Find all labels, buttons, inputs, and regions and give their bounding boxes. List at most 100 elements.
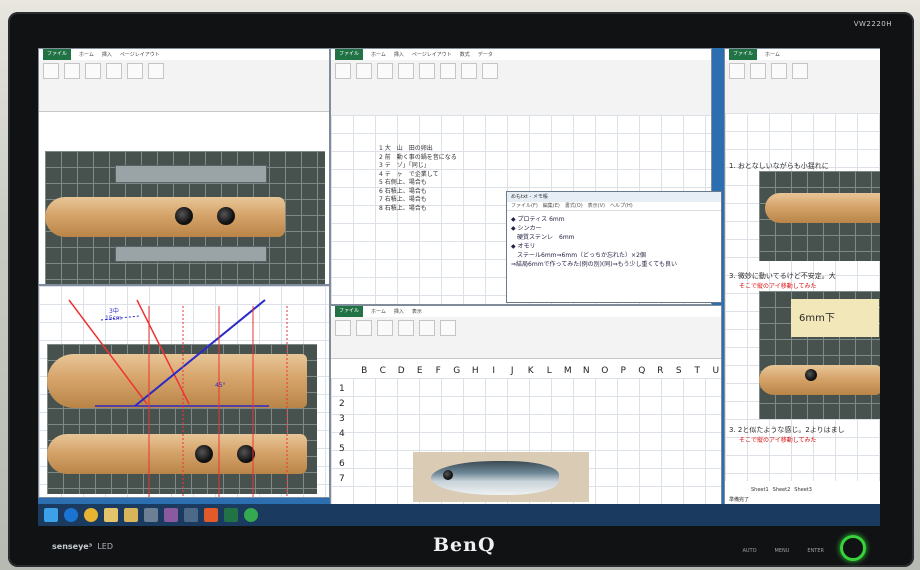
tab-insert[interactable]: 挿入 bbox=[394, 51, 404, 58]
sheet-tab[interactable]: Sheet3 bbox=[794, 487, 812, 493]
column-header[interactable]: I bbox=[485, 366, 504, 376]
column-header[interactable]: B bbox=[355, 366, 374, 376]
ribbon-tool-icon[interactable] bbox=[377, 320, 393, 336]
ribbon-tool-icon[interactable] bbox=[771, 63, 787, 79]
sheet-tab[interactable]: Sheet2 bbox=[773, 487, 791, 493]
app-icon[interactable] bbox=[204, 508, 218, 522]
tab-file[interactable]: ファイル bbox=[43, 49, 72, 60]
ribbon-tool-icon[interactable] bbox=[792, 63, 808, 79]
column-header[interactable]: F bbox=[429, 366, 448, 376]
ribbon-tool-icon[interactable] bbox=[398, 63, 414, 79]
ribbon-tools bbox=[725, 60, 880, 82]
dimension-label: 3中 bbox=[109, 308, 119, 315]
ribbon-tool-icon[interactable] bbox=[43, 63, 59, 79]
chrome-icon[interactable] bbox=[84, 508, 98, 522]
ribbon-tabs: ファイル ホーム 挿入 表示 bbox=[331, 306, 721, 317]
row-header[interactable]: 1 bbox=[339, 382, 345, 397]
sheet-tab[interactable]: Sheet1 bbox=[751, 487, 769, 493]
menu-button[interactable]: MENU bbox=[775, 548, 790, 554]
notepad-body[interactable]: ◆ プロティス 6mm ◆ シンカー 硬質ステンレ 6mm ◆ オモリ ステール… bbox=[507, 211, 721, 273]
column-header[interactable]: Q bbox=[633, 366, 652, 376]
excel-window-right[interactable]: ファイル ホーム 1. おとなしいながらも小揺れに 3. 微妙に動いてるけど不安… bbox=[724, 48, 880, 506]
column-header[interactable]: K bbox=[522, 366, 541, 376]
paper-label: 6mm下 bbox=[791, 299, 879, 337]
column-headers: B C D E F G H I J K L M N O P Q R S T U bbox=[355, 366, 722, 376]
column-header[interactable]: L bbox=[540, 366, 559, 376]
column-header[interactable]: P bbox=[614, 366, 633, 376]
row-header[interactable]: 2 bbox=[339, 397, 345, 412]
column-header[interactable]: H bbox=[466, 366, 485, 376]
ribbon-tool-icon[interactable] bbox=[106, 63, 122, 79]
tab-page-layout[interactable]: ページレイアウト bbox=[120, 51, 160, 58]
power-button-icon[interactable] bbox=[840, 535, 866, 561]
tab-file[interactable]: ファイル bbox=[335, 49, 364, 60]
ribbon-tool-icon[interactable] bbox=[148, 63, 164, 79]
enter-button[interactable]: ENTER bbox=[807, 548, 824, 554]
tab-file[interactable]: ファイル bbox=[335, 306, 364, 317]
row-header[interactable]: 4 bbox=[339, 427, 345, 442]
column-header[interactable]: R bbox=[651, 366, 670, 376]
ribbon-tool-icon[interactable] bbox=[461, 63, 477, 79]
row-header[interactable]: 5 bbox=[339, 442, 345, 457]
ribbon-tool-icon[interactable] bbox=[419, 320, 435, 336]
excel-window-left-bottom[interactable]: 3中 15cm 45° bbox=[38, 285, 330, 498]
tab-home[interactable]: ホーム bbox=[371, 51, 386, 58]
column-header[interactable]: M bbox=[559, 366, 578, 376]
app-icon[interactable] bbox=[144, 508, 158, 522]
column-header[interactable]: G bbox=[448, 366, 467, 376]
tab-home[interactable]: ホーム bbox=[765, 51, 780, 58]
tab-insert[interactable]: 挿入 bbox=[102, 51, 112, 58]
ribbon-tool-icon[interactable] bbox=[335, 63, 351, 79]
ribbon-tool-icon[interactable] bbox=[750, 63, 766, 79]
tab-page-layout[interactable]: ページレイアウト bbox=[412, 51, 452, 58]
dimension-label: 15cm bbox=[105, 315, 122, 322]
column-header[interactable]: D bbox=[392, 366, 411, 376]
row-header[interactable]: 3 bbox=[339, 412, 345, 427]
ribbon-tool-icon[interactable] bbox=[419, 63, 435, 79]
column-header[interactable]: E bbox=[411, 366, 430, 376]
excel-icon[interactable] bbox=[224, 508, 238, 522]
windows-start-icon[interactable] bbox=[44, 508, 58, 522]
excel-window-left[interactable]: ファイル ホーム 挿入 ページレイアウト bbox=[38, 48, 330, 285]
ribbon-tool-icon[interactable] bbox=[335, 320, 351, 336]
column-header[interactable]: T bbox=[688, 366, 707, 376]
ribbon-tool-icon[interactable] bbox=[356, 320, 372, 336]
ribbon-tool-icon[interactable] bbox=[440, 63, 456, 79]
tab-formulas[interactable]: 数式 bbox=[460, 51, 470, 58]
tab-home[interactable]: ホーム bbox=[79, 51, 94, 58]
notepad-title: めもtxt - メモ帳 bbox=[507, 192, 721, 202]
tab-insert[interactable]: 挿入 bbox=[394, 308, 404, 315]
folder-icon[interactable] bbox=[104, 508, 118, 522]
column-header[interactable]: S bbox=[670, 366, 689, 376]
ribbon-tool-icon[interactable] bbox=[356, 63, 372, 79]
notepad-window[interactable]: めもtxt - メモ帳 ファイル(F) 編集(E) 書式(O) 表示(V) ヘル… bbox=[506, 191, 722, 303]
tab-data[interactable]: データ bbox=[478, 51, 493, 58]
ribbon-tool-icon[interactable] bbox=[729, 63, 745, 79]
auto-button[interactable]: AUTO bbox=[742, 548, 756, 554]
ribbon-tool-icon[interactable] bbox=[85, 63, 101, 79]
column-header[interactable]: U bbox=[707, 366, 722, 376]
app-icon[interactable] bbox=[184, 508, 198, 522]
row-header[interactable]: 6 bbox=[339, 457, 345, 472]
ribbon-tool-icon[interactable] bbox=[398, 320, 414, 336]
ribbon-tool-icon[interactable] bbox=[64, 63, 80, 79]
tab-home[interactable]: ホーム bbox=[371, 308, 386, 315]
ribbon-tool-icon[interactable] bbox=[127, 63, 143, 79]
ie-browser-icon[interactable] bbox=[64, 508, 78, 522]
column-header[interactable]: J bbox=[503, 366, 522, 376]
column-header[interactable]: O bbox=[596, 366, 615, 376]
ribbon-tool-icon[interactable] bbox=[482, 63, 498, 79]
column-header[interactable]: C bbox=[374, 366, 393, 376]
tab-view[interactable]: 表示 bbox=[412, 308, 422, 315]
ribbon-tool-icon[interactable] bbox=[440, 320, 456, 336]
row-header[interactable]: 7 bbox=[339, 472, 345, 487]
clamp bbox=[115, 246, 267, 262]
excel-window-bottom[interactable]: ファイル ホーム 挿入 表示 B C D E F G H I J K L M N… bbox=[330, 305, 722, 506]
app-icon[interactable] bbox=[164, 508, 178, 522]
tab-file[interactable]: ファイル bbox=[729, 49, 758, 60]
ribbon-tool-icon[interactable] bbox=[377, 63, 393, 79]
notepad-menu[interactable]: ファイル(F) 編集(E) 書式(O) 表示(V) ヘルプ(H) bbox=[507, 202, 721, 211]
app-icon[interactable] bbox=[244, 508, 258, 522]
column-header[interactable]: N bbox=[577, 366, 596, 376]
folder-icon[interactable] bbox=[124, 508, 138, 522]
